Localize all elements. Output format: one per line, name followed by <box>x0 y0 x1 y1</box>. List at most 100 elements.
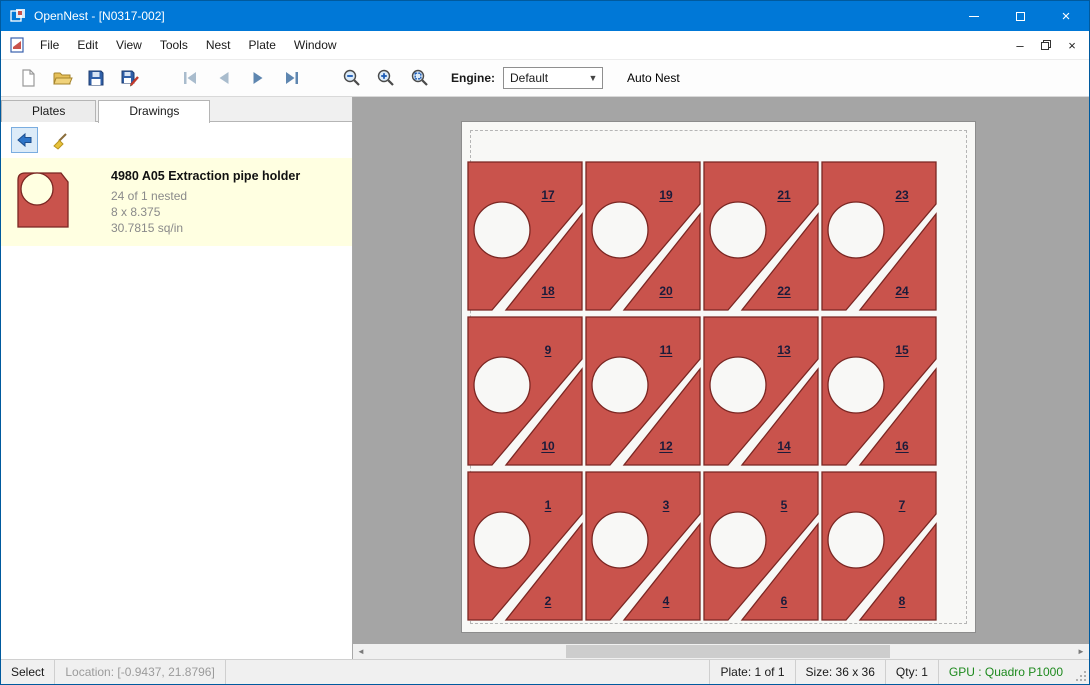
menu-item-tools[interactable]: Tools <box>151 33 197 57</box>
part-number: 9 <box>545 343 552 357</box>
sidebar-tabstrip: Plates Drawings <box>1 97 352 122</box>
close-button[interactable]: × <box>1043 1 1089 31</box>
scroll-right-arrow-icon[interactable]: ► <box>1073 647 1089 656</box>
status-mode: Select <box>1 660 55 684</box>
flip-part-button[interactable] <box>11 127 38 153</box>
tab-plates[interactable]: Plates <box>1 100 96 122</box>
part-number: 7 <box>899 498 906 512</box>
mdi-close-button[interactable]: × <box>1061 35 1083 55</box>
part-number: 10 <box>541 439 554 453</box>
window-controls: × <box>951 1 1089 31</box>
maximize-button[interactable] <box>997 1 1043 31</box>
part-dimensions: 8 x 8.375 <box>111 204 300 220</box>
zoom-in-icon <box>376 68 396 88</box>
minimize-button[interactable] <box>951 1 997 31</box>
status-size: Size: 36 x 36 <box>795 660 885 684</box>
mdi-minimize-button[interactable]: – <box>1009 35 1031 55</box>
nest-block[interactable]: 1112 <box>584 315 702 467</box>
drawing-list: 4980 A05 Extraction pipe holder 24 of 1 … <box>1 158 352 659</box>
plate[interactable]: 171819202122232491011121314151612345678 <box>461 121 976 633</box>
nest-block[interactable]: 12 <box>466 470 584 622</box>
menu-item-plate[interactable]: Plate <box>240 33 285 57</box>
save-edit-icon <box>120 68 141 88</box>
part-number: 15 <box>895 343 908 357</box>
part-number: 13 <box>777 343 790 357</box>
part-title: 4980 A05 Extraction pipe holder <box>111 168 300 184</box>
nest-block[interactable]: 9 10 <box>466 315 584 467</box>
nest-block[interactable]: 1920 <box>584 160 702 312</box>
menu-item-edit[interactable]: Edit <box>68 33 107 57</box>
part-number: 19 <box>659 188 672 202</box>
drawings-toolbar <box>1 122 352 158</box>
tab-drawings[interactable]: Drawings <box>98 100 210 123</box>
zoom-fit-button[interactable] <box>403 63 437 93</box>
nest-block[interactable]: 2324 <box>820 160 938 312</box>
engine-select[interactable]: Default ▼ <box>503 67 603 89</box>
resize-grip[interactable] <box>1073 660 1089 684</box>
mdi-restore-button[interactable] <box>1035 35 1057 55</box>
part-number: 17 <box>541 188 554 202</box>
part-number: 6 <box>781 594 788 608</box>
menu-item-window[interactable]: Window <box>285 33 346 57</box>
clean-button[interactable] <box>46 127 73 153</box>
nav-first-button[interactable] <box>173 63 207 93</box>
part-number: 2 <box>545 594 552 608</box>
part-number: 8 <box>899 594 906 608</box>
nav-prev-button[interactable] <box>207 63 241 93</box>
zoom-fit-icon <box>410 68 430 88</box>
document-icon <box>9 37 25 53</box>
menu-item-nest[interactable]: Nest <box>197 33 240 57</box>
status-plate: Plate: 1 of 1 <box>709 660 794 684</box>
app-icon <box>10 8 26 24</box>
first-plate-icon <box>181 69 199 87</box>
new-button[interactable] <box>11 63 45 93</box>
nest-block[interactable]: 78 <box>820 470 938 622</box>
nest-block[interactable]: 56 <box>702 470 820 622</box>
zoom-in-button[interactable] <box>369 63 403 93</box>
status-location: Location: [-0.9437, 21.8796] <box>55 660 225 684</box>
status-qty: Qty: 1 <box>885 660 938 684</box>
scrollbar-track[interactable] <box>369 644 1073 659</box>
menu-item-view[interactable]: View <box>107 33 151 57</box>
open-folder-icon <box>52 68 73 88</box>
part-number: 1 <box>545 498 552 512</box>
close-icon: × <box>1062 9 1071 24</box>
sidebar: Plates Drawings <box>1 97 353 659</box>
nest-block[interactable]: 1516 <box>820 315 938 467</box>
next-plate-icon <box>249 69 267 87</box>
blue-arrow-icon <box>16 131 34 149</box>
part-nested-count: 24 of 1 nested <box>111 188 300 204</box>
save-as-button[interactable] <box>113 63 147 93</box>
part-number: 18 <box>541 284 554 298</box>
statusbar: Select Location: [-0.9437, 21.8796] Plat… <box>1 659 1089 684</box>
nav-last-button[interactable] <box>275 63 309 93</box>
mdi-window-controls: – × <box>1009 35 1089 55</box>
part-number: 20 <box>659 284 672 298</box>
resize-grip-icon <box>1075 670 1087 682</box>
nav-next-button[interactable] <box>241 63 275 93</box>
part-number: 21 <box>777 188 790 202</box>
window-title: OpenNest - [N0317-002] <box>34 9 165 23</box>
nest-block[interactable]: 34 <box>584 470 702 622</box>
scrollbar-thumb[interactable] <box>566 645 890 658</box>
new-document-icon <box>18 68 38 88</box>
zoom-out-button[interactable] <box>335 63 369 93</box>
auto-nest-button[interactable]: Auto Nest <box>619 65 688 91</box>
menu-item-file[interactable]: File <box>31 33 68 57</box>
nest-block[interactable]: 1718 <box>466 160 584 312</box>
horizontal-scrollbar[interactable]: ◄ ► <box>353 644 1089 659</box>
status-spacer <box>226 660 710 684</box>
nest-canvas[interactable]: 171819202122232491011121314151612345678 … <box>353 97 1089 659</box>
nest-block[interactable]: 1314 <box>702 315 820 467</box>
save-button[interactable] <box>79 63 113 93</box>
drawing-list-item[interactable]: 4980 A05 Extraction pipe holder 24 of 1 … <box>1 158 352 246</box>
restore-icon <box>1040 39 1052 51</box>
part-number: 23 <box>895 188 908 202</box>
chevron-down-icon: ▼ <box>584 73 602 83</box>
nest-block[interactable]: 21 22 <box>702 160 820 312</box>
zoom-out-icon <box>342 68 362 88</box>
part-thumbnail-icon <box>15 168 71 236</box>
part-number: 22 <box>777 284 790 298</box>
scroll-left-arrow-icon[interactable]: ◄ <box>353 647 369 656</box>
open-button[interactable] <box>45 63 79 93</box>
